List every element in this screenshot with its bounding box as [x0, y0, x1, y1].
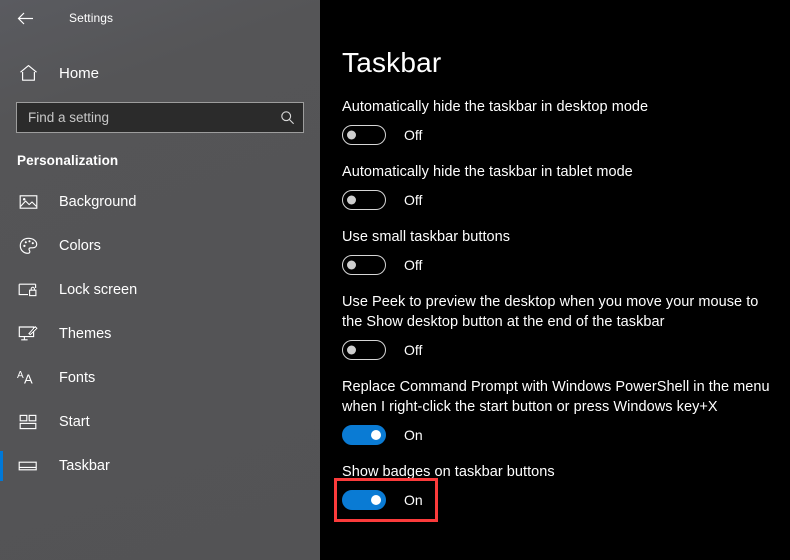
setting-group: Use Peek to preview the desktop when you… [342, 292, 774, 360]
toggle-knob [347, 130, 356, 140]
sidebar-item-fonts-label: Fonts [59, 370, 96, 386]
auto-hide-desktop-toggle[interactable] [342, 125, 386, 145]
toggle-state-label: Off [404, 192, 423, 208]
sidebar-item-background-label: Background [59, 194, 137, 210]
back-arrow-icon[interactable] [12, 6, 38, 30]
use-peek-toggle[interactable] [342, 340, 386, 360]
sidebar-item-home[interactable]: Home [0, 53, 320, 93]
setting-label: Automatically hide the taskbar in deskto… [342, 99, 649, 115]
sidebar-item-lock-screen[interactable]: Lock screen [0, 268, 320, 312]
sidebar-nav: Background Colors Lock screen Themes A A… [0, 180, 320, 488]
sidebar-item-fonts[interactable]: A A Fonts [0, 356, 320, 400]
sidebar-item-lock-screen-label: Lock screen [59, 282, 138, 298]
fonts-icon: A A [17, 367, 39, 389]
setting-group: Automatically hide the taskbar in deskto… [342, 97, 774, 145]
small-taskbar-buttons-toggle[interactable] [342, 255, 386, 275]
title-bar: Settings [0, 0, 320, 36]
sidebar-item-themes[interactable]: Themes [0, 312, 320, 356]
image-icon [17, 191, 39, 213]
toggle-knob [347, 345, 356, 355]
themes-icon [17, 323, 39, 345]
sidebar-item-start-label: Start [59, 414, 90, 430]
palette-icon [17, 235, 39, 257]
setting-label: Automatically hide the taskbar in tablet… [342, 164, 633, 180]
page-title: Taskbar [342, 47, 442, 78]
taskbar-icon [17, 455, 39, 477]
setting-group: Automatically hide the taskbar in tablet… [342, 162, 774, 210]
search-icon[interactable] [279, 110, 295, 126]
toggle-row: On [342, 425, 423, 445]
show-badges-toggle[interactable] [342, 490, 386, 510]
sidebar-item-background[interactable]: Background [0, 180, 320, 224]
sidebar-item-colors[interactable]: Colors [0, 224, 320, 268]
home-icon [17, 62, 39, 84]
toggle-row: Off [342, 125, 422, 145]
sidebar-item-start[interactable]: Start [0, 400, 320, 444]
settings-window: Settings Home Personalization [0, 0, 790, 560]
toggle-state-label: Off [404, 127, 423, 143]
main-content: Taskbar Automatically hide the taskbar i… [320, 0, 790, 560]
toggle-state-label: On [404, 427, 423, 443]
sidebar-item-taskbar[interactable]: Taskbar [0, 444, 320, 488]
search-input[interactable] [28, 103, 279, 132]
setting-group: Use small taskbar buttons Off [342, 227, 774, 275]
start-tiles-icon [17, 411, 39, 433]
setting-label: Use small taskbar buttons [342, 229, 511, 245]
toggle-knob [371, 495, 381, 505]
setting-group: Show badges on taskbar buttons On [334, 462, 774, 522]
toggle-state-label: On [404, 492, 423, 508]
sidebar-item-taskbar-label: Taskbar [59, 458, 110, 474]
app-title: Settings [69, 11, 114, 25]
toggle-row: Off [342, 340, 422, 360]
toggle-row: Off [342, 255, 422, 275]
search-box[interactable] [16, 102, 304, 133]
toggle-row: On [334, 478, 438, 522]
sidebar: Settings Home Personalization [0, 0, 320, 560]
setting-label: Show badges on taskbar buttons [342, 464, 555, 480]
sidebar-item-themes-label: Themes [59, 326, 112, 342]
lock-screen-icon [17, 279, 39, 301]
toggle-state-label: Off [404, 342, 423, 358]
toggle-knob [347, 260, 356, 270]
sidebar-item-home-label: Home [59, 64, 100, 82]
toggle-knob [371, 430, 381, 440]
toggle-knob [347, 195, 356, 205]
replace-cmd-powershell-toggle[interactable] [342, 425, 386, 445]
setting-label: Use Peek to preview the desktop when you… [342, 294, 759, 330]
svg-text:A: A [17, 370, 24, 381]
svg-text:A: A [24, 372, 33, 387]
sidebar-item-colors-label: Colors [59, 238, 101, 254]
setting-label: Replace Command Prompt with Windows Powe… [342, 379, 770, 415]
setting-group: Replace Command Prompt with Windows Powe… [342, 377, 774, 445]
sidebar-section-heading: Personalization [17, 153, 119, 168]
toggle-row: Off [342, 190, 422, 210]
toggle-state-label: Off [404, 257, 423, 273]
auto-hide-tablet-toggle[interactable] [342, 190, 386, 210]
